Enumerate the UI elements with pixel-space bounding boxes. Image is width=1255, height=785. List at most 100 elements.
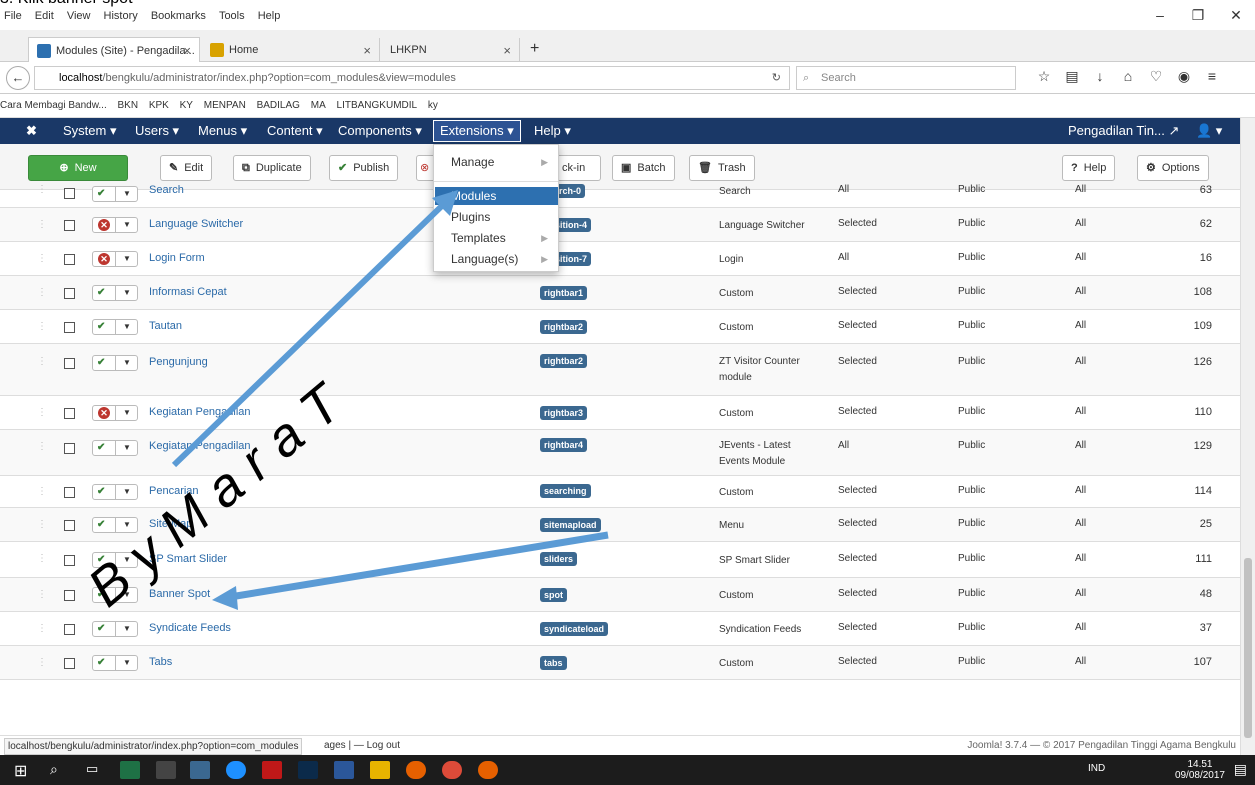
row-checkbox[interactable]: [64, 487, 75, 498]
row-checkbox[interactable]: [64, 322, 75, 333]
nav-content[interactable]: Content ▾: [267, 118, 323, 144]
status-toggle[interactable]: ✔ ▼: [92, 621, 138, 637]
menu-file[interactable]: File: [4, 10, 22, 22]
dropdown-item-manage[interactable]: Manage ▶: [435, 153, 558, 171]
status-toggle[interactable]: ✕ ▼: [92, 405, 138, 421]
minimize-icon[interactable]: –: [1141, 0, 1179, 30]
drag-handle-icon[interactable]: ⋮: [37, 321, 47, 332]
menu-tools[interactable]: Tools: [219, 10, 245, 22]
bookmark-item[interactable]: BKN: [118, 100, 139, 111]
star-icon[interactable]: ☆: [1030, 68, 1058, 85]
row-checkbox[interactable]: [64, 358, 75, 369]
page-scrollbar[interactable]: [1240, 118, 1255, 755]
dropdown-item-plugins[interactable]: Plugins: [435, 208, 558, 226]
row-checkbox[interactable]: [64, 658, 75, 669]
nav-site-link[interactable]: Pengadilan Tin... ↗: [1068, 118, 1179, 144]
pocket-icon[interactable]: ♡: [1142, 68, 1170, 85]
file-explorer-icon[interactable]: [370, 761, 390, 779]
drag-handle-icon[interactable]: ⋮: [37, 623, 47, 634]
module-title-link[interactable]: Banner Spot: [149, 588, 210, 600]
mcafee-icon[interactable]: [262, 761, 282, 779]
back-icon[interactable]: ←: [6, 66, 30, 90]
module-title-link[interactable]: Search: [149, 184, 184, 196]
nav-components[interactable]: Components ▾: [338, 118, 422, 144]
status-toggle[interactable]: ✔ ▼: [92, 186, 138, 202]
addon-icon[interactable]: ◉: [1170, 68, 1198, 85]
status-toggle[interactable]: ✔ ▼: [92, 655, 138, 671]
close-tab-icon[interactable]: ×: [503, 43, 511, 58]
nav-help[interactable]: Help ▾: [534, 118, 571, 144]
row-checkbox[interactable]: [64, 555, 75, 566]
status-toggle[interactable]: ✔ ▼: [92, 355, 138, 371]
tab-lhkpn[interactable]: LHKPN ×: [382, 38, 520, 62]
bookmark-item[interactable]: ky: [428, 100, 438, 111]
close-tab-icon[interactable]: ×: [363, 43, 371, 58]
joomla-logo-icon[interactable]: ✖: [26, 118, 37, 144]
search-input[interactable]: ⌕ Search: [796, 66, 1016, 90]
home-icon[interactable]: ⌂: [1114, 68, 1142, 85]
row-checkbox[interactable]: [64, 220, 75, 231]
module-title-link[interactable]: Syndicate Feeds: [149, 622, 231, 634]
dropdown-item-languages[interactable]: Language(s) ▶: [435, 250, 558, 268]
menu-bookmarks[interactable]: Bookmarks: [151, 10, 206, 22]
status-toggle[interactable]: ✔ ▼: [92, 440, 138, 456]
nav-extensions[interactable]: Extensions ▾: [433, 120, 521, 142]
drag-handle-icon[interactable]: ⋮: [37, 589, 47, 600]
row-checkbox[interactable]: [64, 590, 75, 601]
nav-users[interactable]: Users ▾: [135, 118, 179, 144]
close-tab-icon[interactable]: ×: [183, 43, 191, 58]
restore-icon[interactable]: ❐: [1179, 0, 1217, 30]
drag-handle-icon[interactable]: ⋮: [37, 356, 47, 367]
menu-icon[interactable]: ≡: [1198, 68, 1226, 85]
word-icon[interactable]: [334, 761, 354, 779]
drag-handle-icon[interactable]: ⋮: [37, 519, 47, 530]
nav-system[interactable]: System ▾: [63, 118, 116, 144]
status-toggle[interactable]: ✕ ▼: [92, 251, 138, 267]
module-title-link[interactable]: Tautan: [149, 320, 182, 332]
status-toggle[interactable]: ✔ ▼: [92, 319, 138, 335]
module-title-link[interactable]: Kegiatan Pengadilan: [149, 406, 251, 418]
photoshop-icon[interactable]: [298, 761, 318, 779]
close-icon[interactable]: ✕: [1217, 0, 1255, 30]
bookmark-item[interactable]: BADILAG: [257, 100, 300, 111]
bookmark-item[interactable]: MENPAN: [204, 100, 246, 111]
status-toggle[interactable]: ✔ ▼: [92, 285, 138, 301]
bookmark-item[interactable]: MA: [311, 100, 326, 111]
app-icon[interactable]: [190, 761, 210, 779]
drag-handle-icon[interactable]: ⋮: [37, 287, 47, 298]
drag-handle-icon[interactable]: ⋮: [37, 407, 47, 418]
menu-view[interactable]: View: [67, 10, 91, 22]
language-indicator[interactable]: IND: [1088, 763, 1105, 774]
drag-handle-icon[interactable]: ⋮: [37, 219, 47, 230]
bookmark-item[interactable]: KPK: [149, 100, 169, 111]
notification-icon[interactable]: ▤: [1234, 761, 1247, 778]
drag-handle-icon[interactable]: ⋮: [37, 657, 47, 668]
drag-handle-icon[interactable]: ⋮: [37, 441, 47, 452]
menu-history[interactable]: History: [104, 10, 138, 22]
url-bar[interactable]: localhost/bengkulu/administrator/index.p…: [34, 66, 790, 90]
status-toggle[interactable]: ✕ ▼: [92, 217, 138, 233]
task-view-icon[interactable]: ▭: [86, 761, 106, 779]
module-title-link[interactable]: Language Switcher: [149, 218, 243, 230]
drag-handle-icon[interactable]: ⋮: [37, 184, 47, 195]
status-toggle[interactable]: ✔ ▼: [92, 484, 138, 500]
clock[interactable]: 14.51 09/08/2017: [1175, 759, 1225, 781]
row-checkbox[interactable]: [64, 288, 75, 299]
row-checkbox[interactable]: [64, 443, 75, 454]
footer-links[interactable]: ages | — Log out: [324, 740, 400, 751]
windows-start-icon[interactable]: ⊞: [14, 761, 34, 780]
reader-icon[interactable]: ▤: [1058, 68, 1086, 85]
drag-handle-icon[interactable]: ⋮: [37, 553, 47, 564]
row-checkbox[interactable]: [64, 254, 75, 265]
module-title-link[interactable]: Tabs: [149, 656, 172, 668]
bookmark-item[interactable]: LITBANGKUMDIL: [337, 100, 418, 111]
nav-menus[interactable]: Menus ▾: [198, 118, 247, 144]
module-title-link[interactable]: Informasi Cepat: [149, 286, 227, 298]
nav-user-menu[interactable]: 👤 ▾: [1196, 118, 1222, 144]
download-icon[interactable]: ↓: [1086, 68, 1114, 85]
bookmark-item[interactable]: Cara Membagi Bandw...: [0, 100, 107, 111]
drag-handle-icon[interactable]: ⋮: [37, 486, 47, 497]
tab-home[interactable]: Home ×: [202, 38, 380, 62]
drag-handle-icon[interactable]: ⋮: [37, 253, 47, 264]
store-icon[interactable]: [156, 761, 176, 779]
